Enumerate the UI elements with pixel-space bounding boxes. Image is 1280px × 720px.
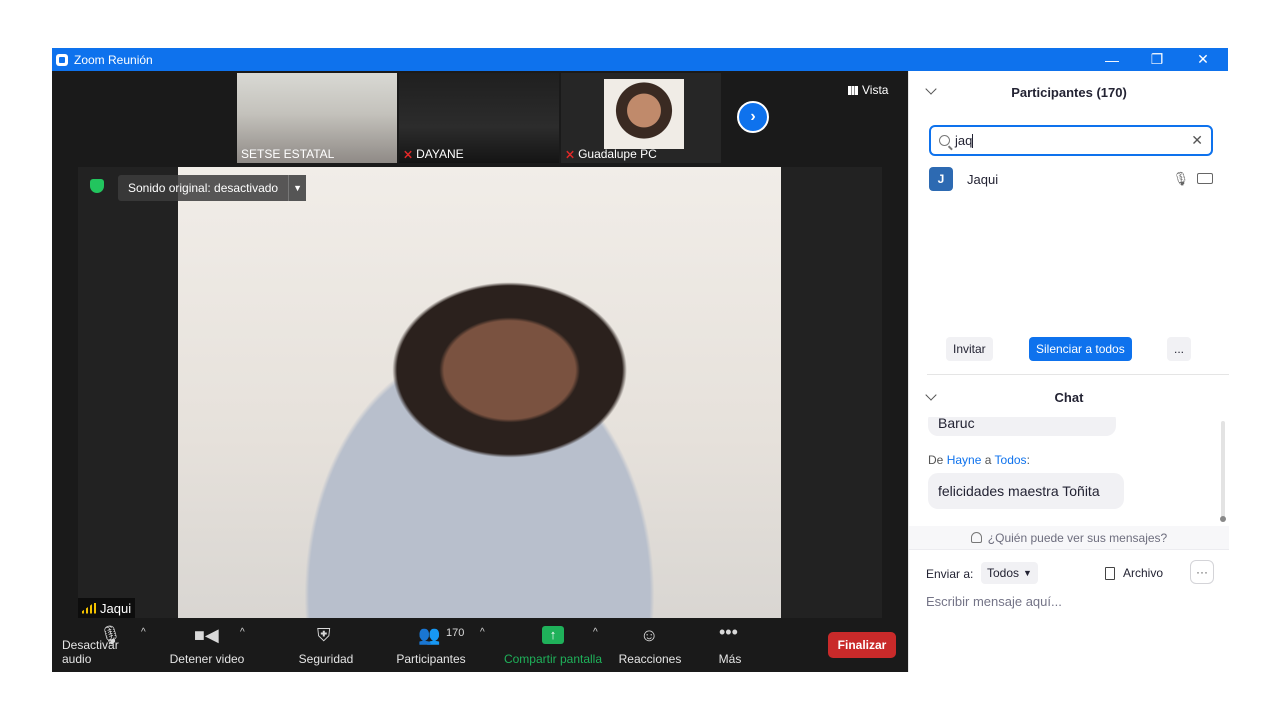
recipient-name[interactable]: Todos [995, 453, 1027, 467]
share-arrow-icon: ↑ [542, 626, 564, 644]
clear-search-icon[interactable]: ✕ [1191, 132, 1203, 149]
video-thumbnail[interactable]: ⨯ Guadalupe PC [561, 73, 721, 163]
window-title: Zoom Reunión [74, 52, 153, 67]
send-to-row: Enviar a: Todos ▼ Archivo ··· [909, 559, 1229, 587]
participants-header: Participantes (170) [909, 71, 1229, 113]
video-thumbnail[interactable]: ⨯ DAYANE [399, 73, 559, 163]
side-panel: Participantes (170) jaq ✕ J Jaqui 🎙 Invi… [908, 71, 1229, 672]
invite-button[interactable]: Invitar [946, 337, 993, 361]
participants-actions: Invitar Silenciar a todos ... [909, 337, 1229, 361]
text-cursor [972, 133, 974, 148]
chevron-down-icon[interactable]: ▼ [288, 175, 307, 201]
send-to-dropdown[interactable]: Todos ▼ [981, 562, 1038, 584]
microphone-icon: 🎙 [99, 625, 122, 645]
close-button[interactable]: ✕ [1180, 48, 1226, 71]
chevron-down-icon[interactable] [925, 83, 937, 95]
audio-options-caret[interactable]: ^ [141, 627, 146, 638]
share-options-caret[interactable]: ^ [593, 627, 598, 638]
connection-signal-icon [82, 602, 96, 614]
speaker-video-feed [178, 167, 781, 618]
meeting-area: SETSE ESTATAL ⨯ DAYANE ⨯ Guadalupe PC › [52, 71, 908, 672]
participants-button[interactable]: 👥 170 Participantes [394, 619, 468, 672]
message-input[interactable]: Escribir mensaje aquí... [926, 594, 1062, 609]
muted-mic-icon: ⨯ [403, 147, 414, 161]
chevron-down-icon[interactable] [925, 389, 937, 401]
participant-photo [604, 79, 684, 149]
section-divider [927, 374, 1229, 375]
microphone-icon[interactable]: 🎙 [1172, 171, 1189, 187]
zoom-app-icon [56, 53, 68, 66]
file-button[interactable]: Archivo [1105, 562, 1163, 584]
participant-row[interactable]: J Jaqui 🎙 [929, 166, 1213, 192]
chat-messages[interactable]: Baruc De Hayne a Todos: felicidades maes… [909, 417, 1229, 525]
minimize-button[interactable]: — [1089, 48, 1135, 71]
participants-more-button[interactable]: ... [1167, 337, 1192, 361]
audio-button[interactable]: 🎙 Desactivar audio [62, 619, 150, 672]
more-button[interactable]: ••• Más [710, 619, 750, 672]
chevron-right-icon: › [750, 108, 756, 125]
chat-scrollbar-thumb[interactable] [1220, 516, 1226, 522]
meeting-toolbar: 🎙 Desactivar audio ^ ■◀ Detener video ^ … [52, 619, 908, 672]
chat-more-button[interactable]: ··· [1190, 560, 1214, 584]
restore-button[interactable]: ❐ [1134, 48, 1180, 71]
video-options-caret[interactable]: ^ [240, 627, 245, 638]
sender-name[interactable]: Hayne [947, 453, 982, 467]
title-bar: Zoom Reunión — ❐ ✕ [52, 48, 1228, 71]
original-sound-toggle[interactable]: Sonido original: desactivado ▼ [118, 175, 307, 201]
thumbnail-name: SETSE ESTATAL [241, 147, 335, 161]
encryption-shield-icon [90, 179, 104, 193]
video-button[interactable]: ■◀ Detener video [168, 619, 246, 672]
zoom-window: Zoom Reunión — ❐ ✕ SETSE ESTATAL ⨯ DAYAN… [52, 48, 1229, 672]
chevron-down-icon: ▼ [1023, 568, 1032, 578]
who-can-see-messages[interactable]: ¿Quién puede ver sus mensajes? [909, 526, 1229, 550]
mute-all-button[interactable]: Silenciar a todos [1029, 337, 1132, 361]
participants-icon: 👥 [418, 625, 441, 645]
chat-message-bubble: felicidades maestra Toñita [928, 473, 1124, 509]
participants-options-caret[interactable]: ^ [480, 627, 485, 638]
video-camera-icon[interactable] [1197, 173, 1213, 184]
shield-icon: ⛨ [317, 625, 331, 645]
share-screen-button[interactable]: ↑ Compartir pantalla [500, 619, 606, 672]
reactions-button[interactable]: ☺ Reacciones [617, 619, 683, 672]
participant-search-input[interactable]: jaq ✕ [929, 125, 1213, 156]
person-icon [970, 532, 982, 543]
participants-count: 170 [446, 627, 465, 639]
thumbnail-name: ⨯ DAYANE [403, 147, 464, 161]
next-page-button[interactable]: › [737, 101, 769, 133]
thumbnail-name: ⨯ Guadalupe PC [565, 147, 657, 161]
thumbnail-strip: SETSE ESTATAL ⨯ DAYANE ⨯ Guadalupe PC [237, 73, 721, 163]
file-icon [1105, 566, 1115, 580]
smiley-plus-icon: ☺ [640, 625, 659, 645]
chat-message-bubble: Baruc [928, 417, 1116, 436]
search-icon [939, 135, 950, 146]
video-camera-icon: ■◀ [194, 625, 219, 645]
more-dots-icon: ••• [719, 622, 738, 642]
speaker-name-label: Jaqui [78, 598, 136, 618]
end-meeting-button[interactable]: Finalizar [828, 632, 896, 658]
security-button[interactable]: ⛨ Seguridad [294, 619, 358, 672]
chat-sender-line: De Hayne a Todos: [928, 453, 1030, 467]
muted-mic-icon: ⨯ [565, 147, 576, 161]
participant-name: Jaqui [967, 171, 999, 187]
chat-header: Chat [909, 377, 1229, 417]
video-thumbnail[interactable]: SETSE ESTATAL [237, 73, 397, 163]
chat-scrollbar[interactable] [1221, 421, 1225, 519]
avatar: J [929, 167, 953, 191]
main-video: Sonido original: desactivado ▼ Jaqui [78, 167, 882, 618]
grid-icon [848, 85, 858, 95]
view-button[interactable]: Vista [848, 83, 888, 97]
